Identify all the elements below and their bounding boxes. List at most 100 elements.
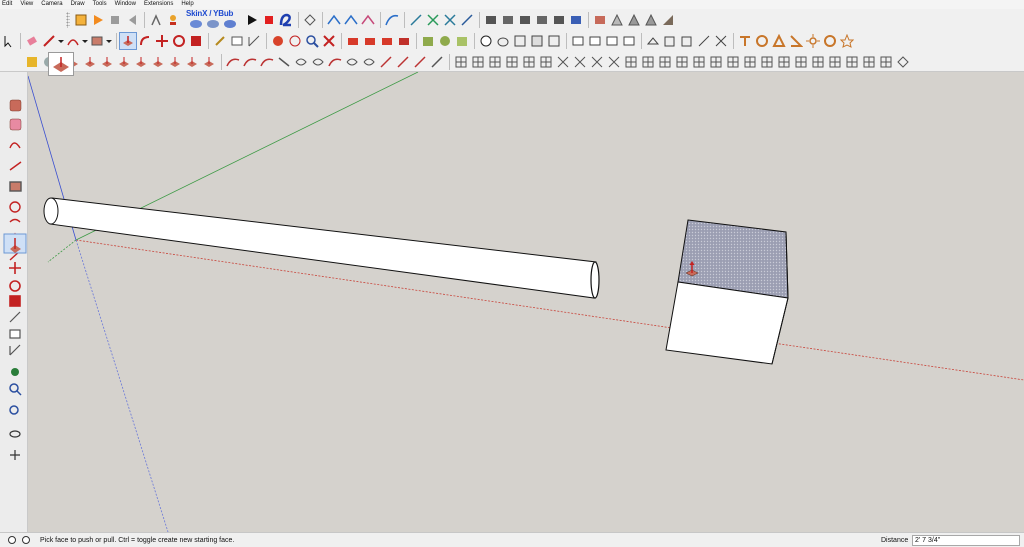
curve-j-icon[interactable] bbox=[378, 54, 394, 70]
user-icon[interactable] bbox=[22, 536, 30, 544]
pipe-cylinder[interactable] bbox=[43, 197, 600, 299]
stop-icon[interactable] bbox=[107, 12, 123, 28]
mesh-j-icon[interactable] bbox=[606, 54, 622, 70]
mesh-k-icon[interactable] bbox=[623, 54, 639, 70]
mesh-l-icon[interactable] bbox=[640, 54, 656, 70]
warehouse-c-icon[interactable] bbox=[379, 33, 395, 49]
arc-tool-icon[interactable] bbox=[65, 33, 81, 49]
select-icon[interactable] bbox=[0, 33, 16, 49]
line-tool-a-icon[interactable] bbox=[408, 12, 424, 28]
curve-c-icon[interactable] bbox=[259, 54, 275, 70]
shape-d-icon[interactable] bbox=[643, 12, 659, 28]
dropdown-b-icon[interactable] bbox=[82, 33, 88, 49]
curve-l-icon[interactable] bbox=[412, 54, 428, 70]
view-b-icon[interactable] bbox=[587, 33, 603, 49]
mesh-q-icon[interactable] bbox=[725, 54, 741, 70]
mesh-s-icon[interactable] bbox=[759, 54, 775, 70]
rectangle-icon[interactable] bbox=[89, 33, 105, 49]
curve-m-icon[interactable] bbox=[429, 54, 445, 70]
play-icon[interactable] bbox=[90, 12, 106, 28]
dropdown-a-icon[interactable] bbox=[58, 33, 64, 49]
gear-icon[interactable] bbox=[24, 54, 40, 70]
warehouse-b-icon[interactable] bbox=[362, 33, 378, 49]
section-d-icon[interactable] bbox=[534, 12, 550, 28]
scene-drawing[interactable] bbox=[28, 72, 1024, 532]
mesh-a-icon[interactable] bbox=[453, 54, 469, 70]
sandbox-a-icon[interactable] bbox=[420, 33, 436, 49]
mesh-e-icon[interactable] bbox=[521, 54, 537, 70]
curve-f-icon[interactable] bbox=[310, 54, 326, 70]
mesh-p-icon[interactable] bbox=[708, 54, 724, 70]
curve-i-icon[interactable] bbox=[361, 54, 377, 70]
shape-e-icon[interactable] bbox=[660, 12, 676, 28]
dropdown-c-icon[interactable] bbox=[106, 33, 112, 49]
menu-draw[interactable]: Draw bbox=[71, 0, 85, 9]
style-a-icon[interactable] bbox=[512, 33, 528, 49]
rotate-icon[interactable] bbox=[302, 12, 318, 28]
menu-edit[interactable]: Edit bbox=[2, 0, 12, 9]
shape-b-icon[interactable] bbox=[609, 12, 625, 28]
pan-icon[interactable] bbox=[304, 33, 320, 49]
mesh-z-icon[interactable] bbox=[878, 54, 894, 70]
curve-a-icon[interactable] bbox=[225, 54, 241, 70]
menu-help[interactable]: Help bbox=[181, 0, 193, 9]
curve-e-icon[interactable] bbox=[293, 54, 309, 70]
camera-c-icon[interactable] bbox=[679, 33, 695, 49]
plugin-h-icon[interactable] bbox=[184, 54, 200, 70]
record-icon[interactable] bbox=[244, 12, 260, 28]
walk-icon[interactable] bbox=[148, 12, 164, 28]
paint-bucket-icon[interactable] bbox=[270, 33, 286, 49]
section-e-icon[interactable] bbox=[551, 12, 567, 28]
plugin-c-icon[interactable] bbox=[99, 54, 115, 70]
warehouse-d-icon[interactable] bbox=[396, 33, 412, 49]
scale-icon[interactable] bbox=[188, 33, 204, 49]
edit-curve-icon[interactable] bbox=[384, 12, 400, 28]
mesh-c-icon[interactable] bbox=[487, 54, 503, 70]
curve-b-icon[interactable] bbox=[242, 54, 258, 70]
curve-icon[interactable] bbox=[326, 12, 342, 28]
solid-tools-icon[interactable] bbox=[478, 33, 494, 49]
mesh-f-icon[interactable] bbox=[538, 54, 554, 70]
orbit-icon[interactable] bbox=[73, 12, 89, 28]
box-object[interactable] bbox=[665, 219, 789, 365]
info-icon[interactable] bbox=[8, 536, 16, 544]
camera-b-icon[interactable] bbox=[662, 33, 678, 49]
mesh-t-icon[interactable] bbox=[776, 54, 792, 70]
plugin-d-icon[interactable] bbox=[116, 54, 132, 70]
mesh-n-icon[interactable] bbox=[674, 54, 690, 70]
skin-b-icon[interactable] bbox=[205, 18, 221, 30]
shape-line-a-icon[interactable] bbox=[737, 33, 753, 49]
bezier-icon[interactable] bbox=[360, 12, 376, 28]
curve-k-icon[interactable] bbox=[395, 54, 411, 70]
plugin-b-icon[interactable] bbox=[82, 54, 98, 70]
sandbox-c-icon[interactable] bbox=[454, 33, 470, 49]
pencil-icon[interactable] bbox=[41, 33, 57, 49]
mesh-d-icon[interactable] bbox=[504, 54, 520, 70]
push-pull-icon[interactable] bbox=[119, 32, 137, 50]
shape-circle-icon[interactable] bbox=[754, 33, 770, 49]
prev-icon[interactable] bbox=[124, 12, 140, 28]
shape-c-icon[interactable] bbox=[626, 12, 642, 28]
menu-extensions[interactable]: Extensions bbox=[144, 0, 173, 9]
zoom-icon[interactable] bbox=[321, 33, 337, 49]
arc-icon[interactable] bbox=[343, 12, 359, 28]
skin-a-icon[interactable] bbox=[188, 18, 204, 30]
menu-tools[interactable]: Tools bbox=[93, 0, 107, 9]
style-c-icon[interactable] bbox=[546, 33, 562, 49]
line-tool-c-icon[interactable] bbox=[442, 12, 458, 28]
line-tool-d-icon[interactable] bbox=[459, 12, 475, 28]
mesh-i-icon[interactable] bbox=[589, 54, 605, 70]
shape-angle-icon[interactable] bbox=[788, 33, 804, 49]
shape-triangle-icon[interactable] bbox=[771, 33, 787, 49]
curve-h-icon[interactable] bbox=[344, 54, 360, 70]
toolbar-grip[interactable] bbox=[66, 12, 70, 28]
line-tool-b-icon[interactable] bbox=[425, 12, 441, 28]
shape-ring-icon[interactable] bbox=[822, 33, 838, 49]
plugin-label[interactable]: SkinX / YBub bbox=[186, 9, 233, 18]
menu-window[interactable]: Window bbox=[115, 0, 136, 9]
view-c-icon[interactable] bbox=[604, 33, 620, 49]
skin-c-icon[interactable] bbox=[222, 18, 238, 30]
menu-camera[interactable]: Camera bbox=[41, 0, 62, 9]
teapot-icon[interactable] bbox=[495, 33, 511, 49]
style-b-icon[interactable] bbox=[529, 33, 545, 49]
